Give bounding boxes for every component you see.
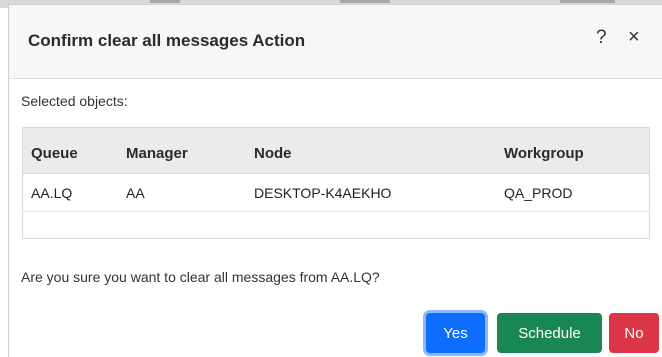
cell-node: DESKTOP-K4AEKHO <box>254 185 392 201</box>
column-header-manager[interactable]: Manager <box>126 145 188 162</box>
background-fragment <box>340 0 390 3</box>
selected-objects-label: Selected objects: <box>21 93 128 109</box>
no-button[interactable]: No <box>609 313 659 353</box>
dialog-title: Confirm clear all messages Action <box>28 31 306 50</box>
cell-manager: AA <box>126 185 145 201</box>
table-row[interactable]: AA.LQ AA DESKTOP-K4AEKHO QA_PROD <box>23 174 649 212</box>
column-header-queue[interactable]: Queue <box>31 145 78 162</box>
cell-workgroup: QA_PROD <box>504 185 573 201</box>
help-icon[interactable]: ? <box>596 27 607 49</box>
background-fragment <box>560 0 615 3</box>
column-header-node[interactable]: Node <box>254 145 292 162</box>
table-header: Queue Manager Node Workgroup <box>23 128 649 174</box>
confirm-dialog: Confirm clear all messages Action ? × Se… <box>8 4 662 357</box>
close-icon[interactable]: × <box>628 26 640 49</box>
schedule-button[interactable]: Schedule <box>497 313 602 353</box>
confirmation-question: Are you sure you want to clear all messa… <box>21 269 380 285</box>
column-header-workgroup[interactable]: Workgroup <box>504 145 584 162</box>
dialog-header: Confirm clear all messages Action ? × <box>9 5 662 79</box>
cell-queue: AA.LQ <box>31 185 73 201</box>
background-fragment <box>150 0 180 3</box>
selected-objects-table: Queue Manager Node Workgroup AA.LQ AA DE… <box>22 127 650 239</box>
yes-button[interactable]: Yes <box>426 313 485 353</box>
